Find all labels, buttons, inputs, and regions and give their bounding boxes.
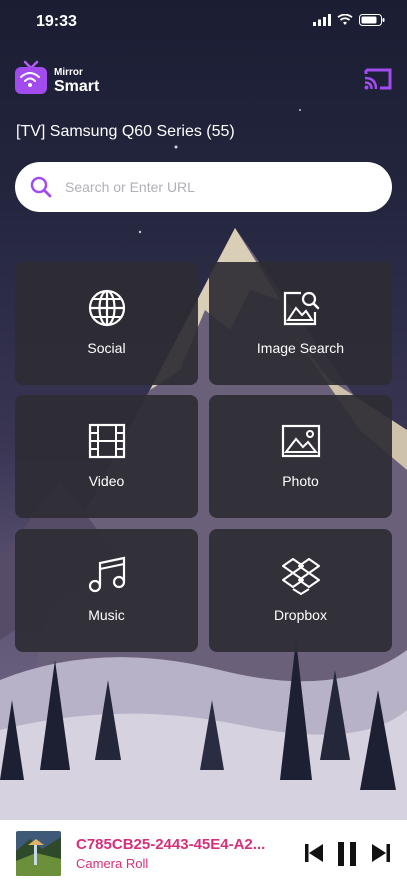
connected-device-label: [TV] Samsung Q60 Series (55) (16, 123, 235, 140)
pause-icon[interactable] (336, 842, 358, 866)
tile-social-label: Social (87, 340, 126, 356)
status-time: 19:33 (36, 13, 77, 30)
brand-bottom-label: Smart (54, 78, 100, 95)
wifi-icon (337, 14, 353, 25)
next-track-icon[interactable] (370, 842, 392, 864)
tile-image-search[interactable]: Image Search (209, 262, 392, 385)
search-input[interactable] (65, 175, 375, 199)
app-logo-icon (15, 60, 47, 94)
track-source: Camera Roll (76, 856, 149, 871)
app-header: Mirror Smart (14, 60, 394, 100)
tile-music-label: Music (88, 607, 125, 623)
mini-player[interactable]: C785CB25-2443-45E4-A2... Camera Roll (0, 820, 407, 889)
status-icons (313, 14, 385, 26)
cast-icon[interactable] (362, 66, 394, 92)
search-bar[interactable] (15, 162, 392, 212)
photo-icon (281, 424, 320, 458)
battery-icon (359, 14, 385, 26)
brand-top-label: Mirror (54, 67, 83, 78)
tile-video-label: Video (88, 473, 125, 489)
tile-video[interactable]: Video (15, 395, 198, 518)
tile-social[interactable]: Social (15, 262, 198, 385)
track-title: C785CB25-2443-45E4-A2... (76, 836, 266, 853)
track-thumbnail (16, 831, 61, 876)
tile-photo-label: Photo (282, 473, 319, 489)
search-icon (30, 176, 52, 198)
tile-dropbox-label: Dropbox (274, 607, 327, 623)
previous-track-icon[interactable] (303, 842, 325, 864)
film-icon (88, 423, 125, 459)
music-icon (88, 556, 125, 593)
tile-photo[interactable]: Photo (209, 395, 392, 518)
status-bar: 19:33 (0, 0, 407, 44)
globe-icon (88, 289, 125, 327)
signal-icon (313, 14, 331, 26)
tile-dropbox[interactable]: Dropbox (209, 529, 392, 652)
tile-music[interactable]: Music (15, 529, 198, 652)
dropbox-icon (281, 558, 320, 595)
tile-image-search-label: Image Search (256, 340, 345, 356)
image-search-icon (283, 291, 319, 326)
